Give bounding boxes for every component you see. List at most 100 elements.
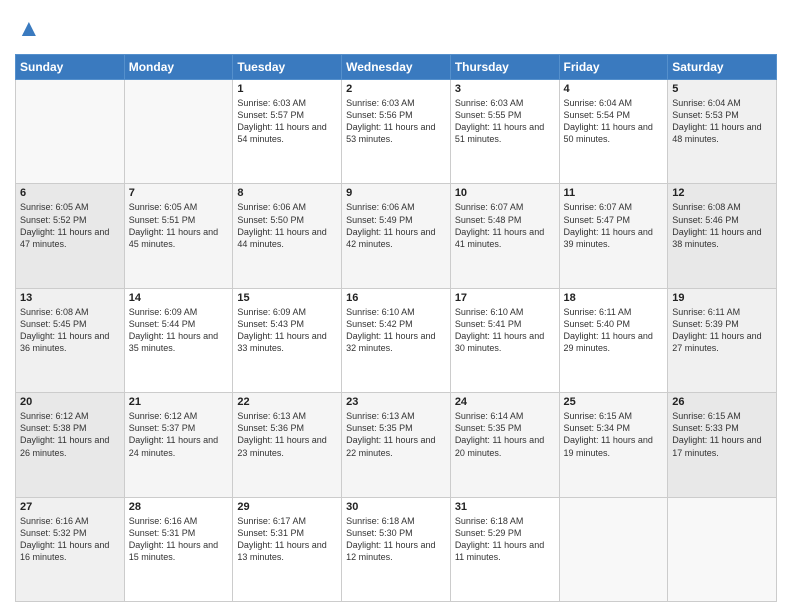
day-info: Sunrise: 6:10 AM Sunset: 5:42 PM Dayligh…	[346, 306, 446, 355]
day-number: 13	[20, 292, 120, 304]
calendar-cell: 4 Sunrise: 6:04 AM Sunset: 5:54 PM Daylig…	[559, 80, 668, 184]
day-number: 18	[564, 292, 664, 304]
calendar-cell	[16, 80, 125, 184]
day-info: Sunrise: 6:18 AM Sunset: 5:29 PM Dayligh…	[455, 515, 555, 564]
day-number: 3	[455, 83, 555, 95]
day-number: 27	[20, 501, 120, 513]
calendar-cell	[559, 497, 668, 601]
day-info: Sunrise: 6:18 AM Sunset: 5:30 PM Dayligh…	[346, 515, 446, 564]
calendar-cell: 20 Sunrise: 6:12 AM Sunset: 5:38 PM Dayli…	[16, 393, 125, 497]
calendar-cell: 7 Sunrise: 6:05 AM Sunset: 5:51 PM Daylig…	[124, 184, 233, 288]
calendar-cell: 2Sunrise: 6:03 AM Sunset: 5:56 PM Daylig…	[342, 80, 451, 184]
calendar-cell: 9 Sunrise: 6:06 AM Sunset: 5:49 PM Daylig…	[342, 184, 451, 288]
day-number: 10	[455, 187, 555, 199]
day-header-saturday: Saturday	[668, 55, 777, 80]
day-info: Sunrise: 6:06 AM Sunset: 5:50 PM Dayligh…	[237, 201, 337, 250]
day-info: Sunrise: 6:08 AM Sunset: 5:45 PM Dayligh…	[20, 306, 120, 355]
day-number: 14	[129, 292, 229, 304]
day-number: 7	[129, 187, 229, 199]
day-header-friday: Friday	[559, 55, 668, 80]
day-number: 30	[346, 501, 446, 513]
day-number: 1	[237, 83, 337, 95]
day-number: 8	[237, 187, 337, 199]
calendar-cell: 10 Sunrise: 6:07 AM Sunset: 5:48 PM Dayli…	[450, 184, 559, 288]
day-number: 22	[237, 396, 337, 408]
day-number: 21	[129, 396, 229, 408]
day-info: Sunrise: 6:07 AM Sunset: 5:48 PM Dayligh…	[455, 201, 555, 250]
day-info: Sunrise: 6:14 AM Sunset: 5:35 PM Dayligh…	[455, 410, 555, 459]
calendar-cell: 24 Sunrise: 6:14 AM Sunset: 5:35 PM Dayli…	[450, 393, 559, 497]
calendar-cell: 18 Sunrise: 6:11 AM Sunset: 5:40 PM Dayli…	[559, 288, 668, 392]
day-number: 9	[346, 187, 446, 199]
day-number: 28	[129, 501, 229, 513]
day-info: Sunrise: 6:09 AM Sunset: 5:43 PM Dayligh…	[237, 306, 337, 355]
calendar-cell: 22 Sunrise: 6:13 AM Sunset: 5:36 PM Dayli…	[233, 393, 342, 497]
day-info: Sunrise: 6:05 AM Sunset: 5:52 PM Dayligh…	[20, 201, 120, 250]
calendar-cell: 12 Sunrise: 6:08 AM Sunset: 5:46 PM Dayli…	[668, 184, 777, 288]
calendar-week-3: 13 Sunrise: 6:08 AM Sunset: 5:45 PM Dayli…	[16, 288, 777, 392]
day-info: Sunrise: 6:13 AM Sunset: 5:36 PM Dayligh…	[237, 410, 337, 459]
header: ▲	[15, 10, 777, 46]
calendar-cell: 13 Sunrise: 6:08 AM Sunset: 5:45 PM Dayli…	[16, 288, 125, 392]
calendar-cell: 11Sunrise: 6:07 AM Sunset: 5:47 PM Dayli…	[559, 184, 668, 288]
page: ▲ SundayMondayTuesdayWednesdayThursdayFr…	[0, 0, 792, 612]
day-number: 29	[237, 501, 337, 513]
day-info: Sunrise: 6:11 AM Sunset: 5:39 PM Dayligh…	[672, 306, 772, 355]
calendar-cell: 3 Sunrise: 6:03 AM Sunset: 5:55 PM Daylig…	[450, 80, 559, 184]
day-info: Sunrise: 6:07 AM Sunset: 5:47 PM Dayligh…	[564, 201, 664, 250]
day-header-wednesday: Wednesday	[342, 55, 451, 80]
calendar-cell: 29 Sunrise: 6:17 AM Sunset: 5:31 PM Dayli…	[233, 497, 342, 601]
day-number: 4	[564, 83, 664, 95]
day-number: 24	[455, 396, 555, 408]
calendar-cell: 1 Sunrise: 6:03 AM Sunset: 5:57 PM Daylig…	[233, 80, 342, 184]
day-info: Sunrise: 6:04 AM Sunset: 5:54 PM Dayligh…	[564, 97, 664, 146]
calendar-cell: 31Sunrise: 6:18 AM Sunset: 5:29 PM Dayli…	[450, 497, 559, 601]
calendar-cell: 16 Sunrise: 6:10 AM Sunset: 5:42 PM Dayli…	[342, 288, 451, 392]
logo: ▲	[15, 10, 55, 46]
calendar-cell: 27 Sunrise: 6:16 AM Sunset: 5:32 PM Dayli…	[16, 497, 125, 601]
svg-text:▲: ▲	[17, 15, 41, 42]
day-number: 19	[672, 292, 772, 304]
calendar-cell: 26 Sunrise: 6:15 AM Sunset: 5:33 PM Dayli…	[668, 393, 777, 497]
logo-icon: ▲	[15, 10, 51, 46]
calendar-week-1: 1 Sunrise: 6:03 AM Sunset: 5:57 PM Daylig…	[16, 80, 777, 184]
day-number: 17	[455, 292, 555, 304]
day-info: Sunrise: 6:17 AM Sunset: 5:31 PM Dayligh…	[237, 515, 337, 564]
calendar-cell: 19 Sunrise: 6:11 AM Sunset: 5:39 PM Dayli…	[668, 288, 777, 392]
day-info: Sunrise: 6:12 AM Sunset: 5:37 PM Dayligh…	[129, 410, 229, 459]
calendar-cell	[668, 497, 777, 601]
day-info: Sunrise: 6:15 AM Sunset: 5:34 PM Dayligh…	[564, 410, 664, 459]
day-info: Sunrise: 6:06 AM Sunset: 5:49 PM Dayligh…	[346, 201, 446, 250]
calendar-week-2: 6 Sunrise: 6:05 AM Sunset: 5:52 PM Daylig…	[16, 184, 777, 288]
calendar-week-5: 27 Sunrise: 6:16 AM Sunset: 5:32 PM Dayli…	[16, 497, 777, 601]
calendar-cell: 28Sunrise: 6:16 AM Sunset: 5:31 PM Dayli…	[124, 497, 233, 601]
day-info: Sunrise: 6:03 AM Sunset: 5:57 PM Dayligh…	[237, 97, 337, 146]
calendar-cell: 21 Sunrise: 6:12 AM Sunset: 5:37 PM Dayli…	[124, 393, 233, 497]
day-number: 23	[346, 396, 446, 408]
day-info: Sunrise: 6:13 AM Sunset: 5:35 PM Dayligh…	[346, 410, 446, 459]
calendar-cell: 15Sunrise: 6:09 AM Sunset: 5:43 PM Dayli…	[233, 288, 342, 392]
calendar-cell: 25Sunrise: 6:15 AM Sunset: 5:34 PM Dayli…	[559, 393, 668, 497]
day-number: 5	[672, 83, 772, 95]
day-info: Sunrise: 6:03 AM Sunset: 5:55 PM Dayligh…	[455, 97, 555, 146]
day-info: Sunrise: 6:16 AM Sunset: 5:32 PM Dayligh…	[20, 515, 120, 564]
day-info: Sunrise: 6:11 AM Sunset: 5:40 PM Dayligh…	[564, 306, 664, 355]
day-number: 16	[346, 292, 446, 304]
day-number: 20	[20, 396, 120, 408]
day-info: Sunrise: 6:08 AM Sunset: 5:46 PM Dayligh…	[672, 201, 772, 250]
day-header-sunday: Sunday	[16, 55, 125, 80]
calendar-cell: 14Sunrise: 6:09 AM Sunset: 5:44 PM Dayli…	[124, 288, 233, 392]
calendar-cell: 23 Sunrise: 6:13 AM Sunset: 5:35 PM Dayli…	[342, 393, 451, 497]
day-number: 2	[346, 83, 446, 95]
calendar-cell: 6 Sunrise: 6:05 AM Sunset: 5:52 PM Daylig…	[16, 184, 125, 288]
day-number: 6	[20, 187, 120, 199]
day-info: Sunrise: 6:05 AM Sunset: 5:51 PM Dayligh…	[129, 201, 229, 250]
calendar-cell: 17Sunrise: 6:10 AM Sunset: 5:41 PM Dayli…	[450, 288, 559, 392]
day-info: Sunrise: 6:15 AM Sunset: 5:33 PM Dayligh…	[672, 410, 772, 459]
calendar-header-row: SundayMondayTuesdayWednesdayThursdayFrid…	[16, 55, 777, 80]
day-number: 26	[672, 396, 772, 408]
day-header-tuesday: Tuesday	[233, 55, 342, 80]
day-header-monday: Monday	[124, 55, 233, 80]
day-number: 12	[672, 187, 772, 199]
day-info: Sunrise: 6:12 AM Sunset: 5:38 PM Dayligh…	[20, 410, 120, 459]
